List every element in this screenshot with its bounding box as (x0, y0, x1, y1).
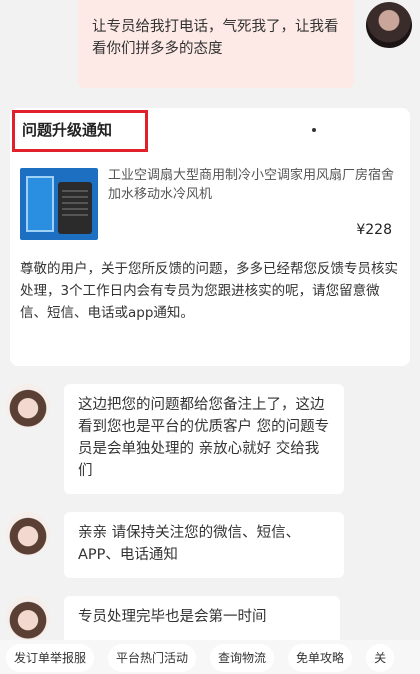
agent-avatar[interactable] (6, 596, 50, 640)
incoming-message-bubble: 亲亲 请保持关注您的微信、短信、APP、电话通知 (64, 512, 344, 578)
product-image[interactable] (20, 168, 98, 240)
quick-chip-logistics[interactable]: 查询物流 (210, 644, 275, 672)
card-message: 尊敬的用户，关于您所反馈的问题，多多已经帮您反馈专员核实处理，3个工作日内会有专… (20, 261, 398, 321)
product-box-icon (26, 176, 54, 232)
dot-mark (312, 128, 316, 132)
incoming-message-row: 专员处理完毕也是会第一时间 (0, 596, 420, 640)
quick-chip-more[interactable]: 关 (366, 644, 395, 672)
incoming-message-row: 这边把您的问题都给您备注上了，这边看到您也是平台的优质客户 您的问题专员是会单独… (0, 384, 420, 494)
agent-avatar[interactable] (6, 384, 50, 428)
chat-area: 让专员给我打电话，气死我了，让我看看你们拼多多的态度 问题升级通知 工业空调扇大… (0, 0, 420, 640)
outgoing-message-row: 让专员给我打电话，气死我了，让我看看你们拼多多的态度 (0, 0, 420, 90)
product-name: 工业空调扇大型商用制冷小空调家用风扇厂房宿舍加水移动水冷风机 (108, 168, 395, 202)
air-cooler-icon (58, 182, 92, 234)
quick-chip-free-order[interactable]: 免单攻略 (288, 644, 353, 672)
incoming-message-row: 亲亲 请保持关注您的微信、短信、APP、电话通知 (0, 512, 420, 578)
outgoing-message-bubble: 让专员给我打电话，气死我了，让我看看你们拼多多的态度 (78, 0, 354, 88)
incoming-message-bubble: 专员处理完毕也是会第一时间 (64, 596, 340, 640)
product-item[interactable]: 工业空调扇大型商用制冷小空调家用风扇厂房宿舍加水移动水冷风机 ¥228 (20, 164, 400, 244)
incoming-message-bubble: 这边把您的问题都给您备注上了，这边看到您也是平台的优质客户 您的问题专员是会单独… (64, 384, 344, 494)
issue-escalation-card[interactable]: 问题升级通知 工业空调扇大型商用制冷小空调家用风扇厂房宿舍加水移动水冷风机 ¥2… (10, 108, 410, 366)
quick-chip-events[interactable]: 平台热门活动 (108, 644, 197, 672)
quick-reply-bar: 发订单举报服 平台热门活动 查询物流 免单攻略 关 (0, 640, 420, 674)
product-price: ¥228 (356, 222, 392, 238)
quick-chip-report[interactable]: 发订单举报服 (6, 644, 95, 672)
card-title: 问题升级通知 (22, 121, 113, 139)
agent-avatar[interactable] (6, 512, 50, 556)
user-avatar[interactable] (366, 2, 412, 48)
